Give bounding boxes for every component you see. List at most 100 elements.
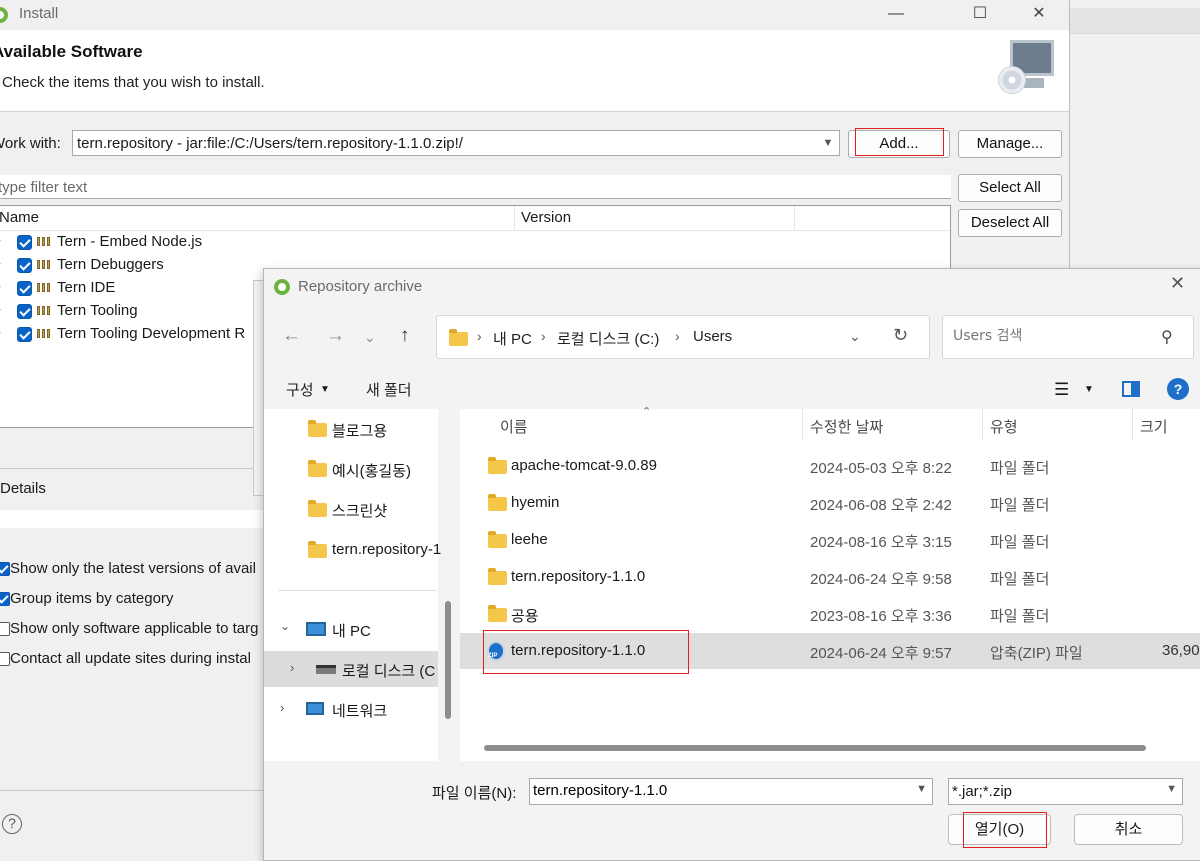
chevron-down-icon[interactable]: ⌄: [849, 328, 861, 345]
nav-scrollbar[interactable]: [445, 601, 451, 719]
nav-item-label: 네트워크: [332, 703, 388, 720]
horizontal-scrollbar[interactable]: [484, 745, 1146, 751]
new-folder-button[interactable]: 새 폴더: [366, 379, 412, 400]
folder-icon: [488, 494, 507, 511]
folder-icon: [308, 500, 327, 517]
file-size: 36,903: [1162, 642, 1200, 659]
install-window-title: Install: [19, 5, 59, 22]
chevron-right-icon[interactable]: ›: [280, 700, 284, 715]
chevron-down-icon[interactable]: ▼: [821, 135, 835, 151]
help-icon[interactable]: ?: [2, 814, 22, 834]
file-name: leehe: [511, 531, 548, 548]
column-date-header[interactable]: 수정한 날짜: [810, 416, 883, 437]
column-size-header[interactable]: 크기: [1140, 416, 1168, 437]
nav-item-label: 블로그용: [332, 423, 388, 440]
file-date: 2024-06-24 오후 9:57: [810, 645, 952, 662]
sort-up-icon: ⌃: [642, 406, 652, 418]
option-label: Contact all update sites during instal: [10, 650, 251, 667]
select-all-button[interactable]: Select All: [958, 174, 1062, 202]
checkbox[interactable]: [0, 562, 10, 576]
file-row[interactable]: tern.repository-1.1.0 2024-06-24 오후 9:58…: [460, 559, 1200, 595]
file-type: 파일 폴더: [990, 460, 1050, 477]
address-bar[interactable]: › 내 PC › 로컬 디스크 (C:) › Users ⌄ ↻: [436, 315, 930, 359]
up-arrow-icon[interactable]: ↑: [400, 325, 410, 347]
chevron-down-icon[interactable]: ⌄: [364, 329, 376, 346]
column-name-header[interactable]: Name: [0, 209, 39, 226]
caret-down-icon[interactable]: ▼: [1084, 384, 1094, 395]
deselect-all-button[interactable]: Deselect All: [958, 209, 1062, 237]
search-field[interactable]: ⚲: [942, 315, 1194, 359]
view-list-icon[interactable]: ☰: [1054, 380, 1069, 400]
filter-field[interactable]: [0, 175, 951, 199]
nav-item-this-pc[interactable]: ⌄ 내 PC: [264, 611, 438, 647]
refresh-icon[interactable]: ↻: [893, 325, 908, 346]
tree-item[interactable]: › Tern - Embed Node.js: [0, 231, 950, 254]
file-name: tern.repository-1.1.0: [511, 642, 646, 659]
item-checkbox[interactable]: [17, 327, 32, 342]
maximize-icon[interactable]: ☐: [952, 0, 1008, 30]
column-version-header[interactable]: Version: [521, 209, 571, 226]
column-type-header[interactable]: 유형: [990, 416, 1018, 437]
file-row-selected[interactable]: tern.repository-1.1.0 2024-06-24 오후 9:57…: [460, 633, 1200, 669]
help-icon[interactable]: ?: [1167, 378, 1189, 400]
chevron-right-icon[interactable]: ›: [0, 233, 1, 247]
drive-icon: [316, 665, 336, 674]
breadcrumb-separator-icon[interactable]: ›: [541, 328, 546, 344]
item-checkbox[interactable]: [17, 281, 32, 296]
chevron-right-icon[interactable]: ›: [0, 302, 1, 316]
add-button[interactable]: Add...: [848, 130, 950, 158]
back-arrow-icon[interactable]: ←: [282, 325, 301, 347]
breadcrumb-item[interactable]: Users: [693, 328, 732, 345]
file-row[interactable]: apache-tomcat-9.0.89 2024-05-03 오후 8:22 …: [460, 448, 1200, 484]
nav-item-network[interactable]: › 네트워크: [264, 691, 438, 727]
close-icon[interactable]: ✕: [1170, 273, 1185, 294]
nav-item-example[interactable]: 예시(홍길동): [264, 451, 438, 487]
nav-item-label: 예시(홍길동): [332, 463, 411, 480]
cancel-button[interactable]: 취소: [1074, 814, 1183, 845]
caret-down-icon[interactable]: ▼: [320, 384, 330, 395]
nav-item-screenshots[interactable]: 스크린샷: [264, 491, 438, 527]
filetype-select[interactable]: *.jar;*.zip ▼: [948, 778, 1183, 805]
nav-item-label: 로컬 디스크 (C: [342, 663, 436, 680]
checkbox[interactable]: [0, 652, 10, 666]
filename-field[interactable]: ▼: [529, 778, 933, 805]
item-checkbox[interactable]: [17, 258, 32, 273]
organize-menu[interactable]: 구성: [286, 379, 314, 400]
search-icon[interactable]: ⚲: [1161, 327, 1173, 347]
nav-item-tern-repository[interactable]: tern.repository-1: [264, 532, 441, 568]
minimize-icon[interactable]: —: [868, 0, 924, 30]
nav-item-blog[interactable]: 블로그용: [264, 411, 438, 447]
open-button[interactable]: 열기(O): [948, 814, 1051, 845]
forward-arrow-icon[interactable]: →: [326, 325, 345, 347]
chevron-down-icon[interactable]: ▼: [1166, 783, 1177, 795]
file-date: 2024-08-16 오후 3:15: [810, 534, 952, 551]
breadcrumb-item[interactable]: 내 PC: [493, 328, 532, 349]
filename-input[interactable]: [533, 782, 903, 799]
search-input[interactable]: [953, 328, 1153, 344]
file-row[interactable]: 공용 2023-08-16 오후 3:36 파일 폴더: [460, 596, 1200, 632]
file-row[interactable]: leehe 2024-08-16 오후 3:15 파일 폴더: [460, 522, 1200, 558]
filter-input[interactable]: [0, 175, 951, 199]
checkbox[interactable]: [0, 592, 10, 606]
chevron-down-icon[interactable]: ▼: [916, 783, 927, 795]
work-with-combo[interactable]: tern.repository - jar:file:/C:/Users/ter…: [72, 130, 840, 156]
nav-item-local-disk[interactable]: › 로컬 디스크 (C: [264, 651, 438, 687]
column-name-header[interactable]: 이름: [500, 416, 528, 437]
breadcrumb-separator-icon[interactable]: ›: [675, 328, 680, 344]
work-with-value: tern.repository - jar:file:/C:/Users/ter…: [77, 135, 463, 152]
checkbox[interactable]: [0, 622, 10, 636]
manage-button[interactable]: Manage...: [958, 130, 1062, 158]
chevron-right-icon[interactable]: ›: [290, 660, 294, 675]
close-icon[interactable]: ✕: [1011, 0, 1067, 30]
breadcrumb-item[interactable]: 로컬 디스크 (C:): [557, 328, 659, 349]
file-row[interactable]: hyemin 2024-06-08 오후 2:42 파일 폴더: [460, 485, 1200, 521]
preview-pane-icon[interactable]: [1122, 381, 1140, 397]
item-checkbox[interactable]: [17, 235, 32, 250]
chevron-right-icon[interactable]: ›: [0, 325, 1, 339]
chevron-right-icon[interactable]: ›: [0, 256, 1, 270]
item-checkbox[interactable]: [17, 304, 32, 319]
chevron-down-icon[interactable]: ⌄: [280, 619, 290, 633]
breadcrumb-separator-icon[interactable]: ›: [477, 328, 482, 344]
chevron-right-icon[interactable]: ›: [0, 279, 1, 293]
option-label: Group items by category: [10, 590, 174, 607]
